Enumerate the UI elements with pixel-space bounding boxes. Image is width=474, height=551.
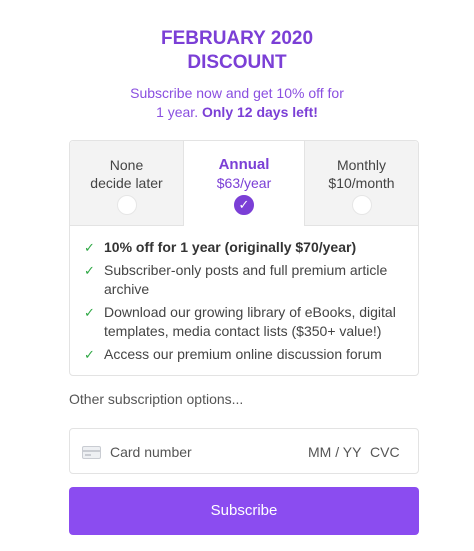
feature-text: Download our growing library of eBooks, …	[104, 304, 396, 339]
subscribe-button[interactable]: Subscribe	[69, 487, 419, 535]
card-cvc-field[interactable]: CVC	[370, 444, 400, 460]
plan-detail: $10/month	[328, 175, 395, 191]
list-item: ✓ Access our premium online discussion f…	[82, 345, 412, 364]
check-icon: ✓	[84, 263, 95, 278]
title-line-2: DISCOUNT	[187, 52, 287, 73]
radio-button[interactable]	[351, 195, 372, 215]
check-icon: ✓	[84, 240, 95, 255]
card-number-field[interactable]: Card number	[110, 444, 192, 460]
check-icon: ✓	[84, 305, 95, 320]
page-title: FEBRUARY 2020 DISCOUNT	[0, 27, 474, 75]
feature-list: ✓ 10% off for 1 year (originally $70/yea…	[82, 238, 412, 368]
feature-text: 10% off for 1 year (originally $70/year)	[104, 239, 357, 255]
subtitle-line-1: Subscribe now and get 10% off for	[130, 85, 344, 101]
plan-name: Annual	[218, 156, 270, 173]
feature-text: Subscriber-only posts and full premium a…	[104, 262, 388, 297]
credit-card-icon	[82, 446, 101, 459]
card-expiry-field[interactable]: MM / YY	[308, 444, 361, 460]
promo-subtitle: Subscribe now and get 10% off for 1 year…	[0, 84, 474, 122]
card-input[interactable]: Card number MM / YY CVC	[69, 428, 419, 474]
subtitle-plain: 1 year.	[156, 104, 199, 120]
list-item: ✓ Download our growing library of eBooks…	[82, 303, 412, 341]
subtitle-line-2: 1 year. Only 12 days left!	[0, 103, 474, 122]
plan-option-monthly[interactable]: Monthly $10/month	[305, 141, 418, 226]
list-item: ✓ Subscriber-only posts and full premium…	[82, 261, 412, 299]
plan-options: None decide later Annual $63/year ✓ Mont…	[70, 141, 418, 226]
plan-name: None	[109, 157, 144, 173]
plan-name: Monthly	[336, 157, 387, 173]
plan-option-none[interactable]: None decide later	[70, 141, 184, 226]
check-icon: ✓	[84, 347, 95, 362]
plan-detail: decide later	[90, 175, 163, 191]
other-options-link[interactable]: Other subscription options...	[69, 390, 243, 408]
check-circle-icon[interactable]: ✓	[234, 195, 254, 215]
feature-text: Access our premium online discussion for…	[104, 346, 382, 362]
title-line-1: FEBRUARY 2020	[160, 28, 314, 49]
list-item: ✓ 10% off for 1 year (originally $70/yea…	[82, 238, 412, 257]
radio-button[interactable]	[116, 195, 137, 215]
days-left-text: Only 12 days left!	[201, 104, 318, 120]
plan-selector-card: None decide later Annual $63/year ✓ Mont…	[69, 140, 419, 376]
plan-option-annual[interactable]: Annual $63/year ✓	[184, 141, 305, 226]
plan-detail: $63/year	[216, 175, 272, 191]
